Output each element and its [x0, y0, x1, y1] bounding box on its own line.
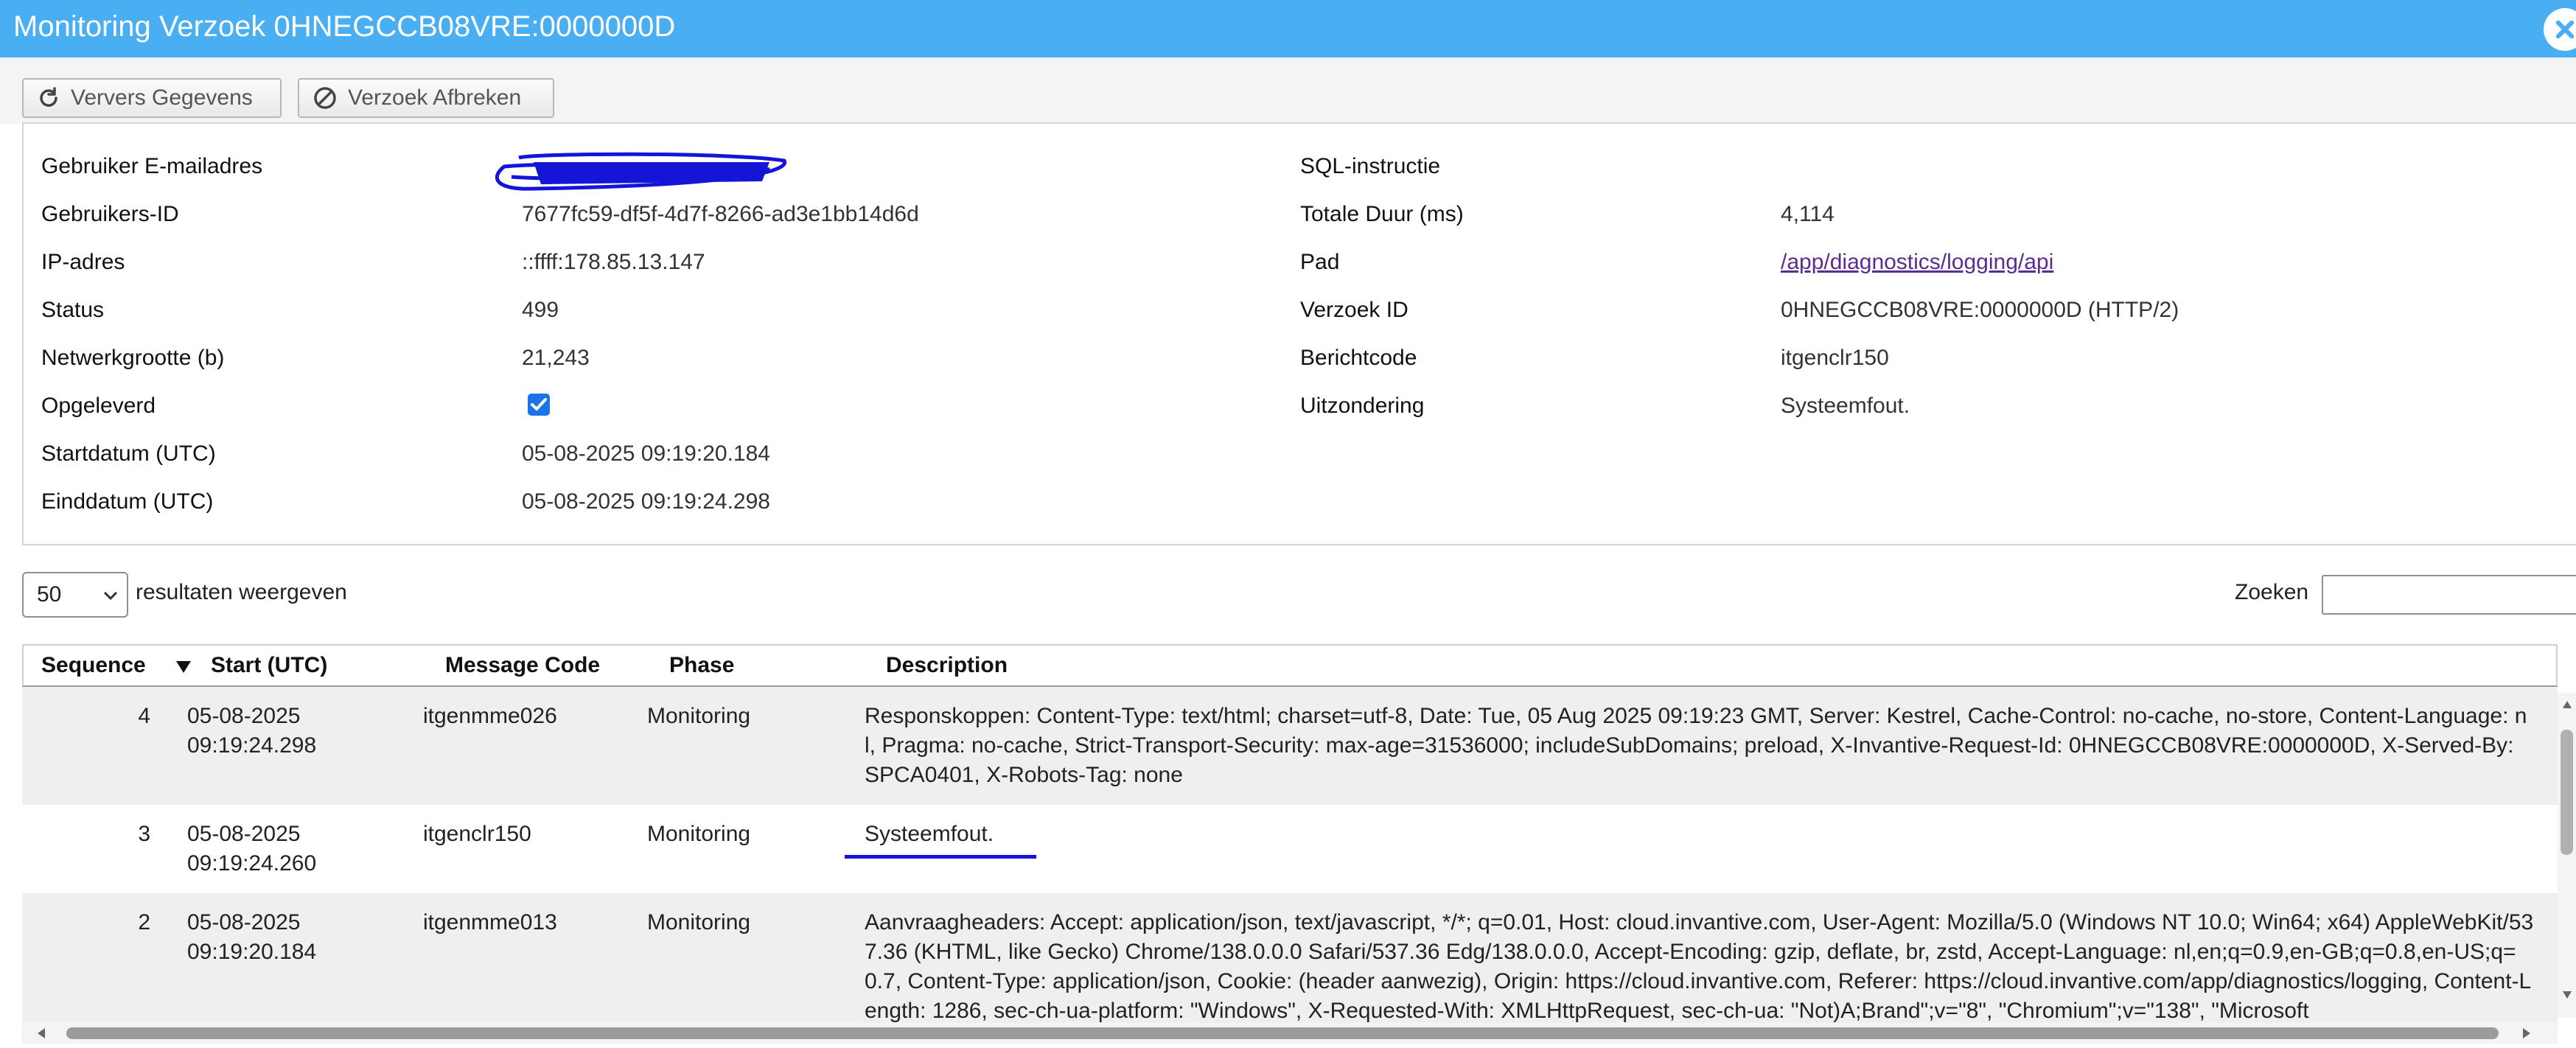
value-duration: 4,114: [1781, 202, 1835, 226]
label-status: Status: [41, 298, 105, 322]
horizontal-scrollbar[interactable]: [22, 1023, 2558, 1044]
request-details-panel: Gebruiker E-mailadres Gebruikers-ID IP-a…: [22, 122, 2576, 545]
abort-request-label: Verzoek Afbreken: [348, 85, 522, 110]
label-message-code: Berichtcode: [1300, 346, 1417, 370]
cell-message-code: itgenmme026: [423, 704, 557, 728]
cell-description: Responskoppen: Content-Type: text/html; …: [865, 704, 2527, 787]
label-request-id: Verzoek ID: [1300, 298, 1409, 322]
horizontal-scrollbar-thumb[interactable]: [66, 1027, 2499, 1039]
label-end-date: Einddatum (UTC): [41, 489, 214, 514]
value-request-id: 0HNEGCCB08VRE:0000000D (HTTP/2): [1781, 298, 2179, 322]
label-path: Pad: [1300, 250, 1340, 274]
vertical-scrollbar[interactable]: [2558, 693, 2576, 1017]
value-status: 499: [522, 298, 559, 322]
toolbar: Ververs Gegevens Verzoek Afbreken: [0, 57, 2576, 124]
search-input[interactable]: [2322, 575, 2576, 615]
cell-message-code: itgenclr150: [423, 822, 531, 846]
page-length-value: 50: [37, 582, 62, 607]
cell-phase: Monitoring: [647, 704, 751, 728]
cell-sequence: 4: [138, 704, 150, 728]
label-duration: Totale Duur (ms): [1300, 202, 1464, 226]
value-exception: Systeemfout.: [1781, 394, 1910, 418]
value-user-id: 7677fc59-df5f-4d7f-8266-ad3e1bb14d6d: [522, 202, 919, 226]
check-icon: [531, 398, 547, 411]
cell-message-code: itgenmme013: [423, 910, 557, 935]
table-row[interactable]: 4 05-08-2025 09:19:24.298 itgenmme026 Mo…: [22, 687, 2558, 805]
cell-start: 05-08-2025 09:19:24.298: [187, 704, 317, 758]
window-titlebar: Monitoring Verzoek 0HNEGCCB08VRE:0000000…: [0, 0, 2576, 57]
value-end-date: 05-08-2025 09:19:24.298: [522, 489, 770, 514]
value-ip: ::ffff:178.85.13.147: [522, 250, 705, 274]
table-row[interactable]: 3 05-08-2025 09:19:24.260 itgenclr150 Mo…: [22, 805, 2558, 893]
refresh-label: Ververs Gegevens: [71, 85, 253, 110]
value-message-code: itgenclr150: [1781, 346, 1889, 370]
column-header-phase[interactable]: Phase: [669, 653, 734, 678]
scroll-down-icon[interactable]: [2562, 991, 2572, 999]
table-header: Sequence Start (UTC) Message Code Phase …: [22, 644, 2558, 687]
path-link[interactable]: /app/diagnostics/logging/api: [1781, 249, 2053, 276]
cell-phase: Monitoring: [647, 910, 751, 935]
cell-sequence: 3: [138, 822, 150, 846]
value-network-size: 21,243: [522, 346, 590, 370]
label-sql: SQL-instructie: [1300, 154, 1441, 178]
label-delivered: Opgeleverd: [41, 394, 156, 418]
label-user-id: Gebruikers-ID: [41, 202, 179, 226]
refresh-button[interactable]: Ververs Gegevens: [22, 78, 282, 118]
column-header-sequence[interactable]: Sequence: [41, 653, 146, 678]
window-title: Monitoring Verzoek 0HNEGCCB08VRE:0000000…: [13, 10, 676, 43]
cell-description: Aanvraagheaders: Accept: application/jso…: [865, 910, 2534, 1023]
column-header-description[interactable]: Description: [886, 653, 1008, 678]
scroll-left-icon[interactable]: [37, 1027, 46, 1039]
close-icon[interactable]: [2544, 8, 2576, 51]
label-start-date: Startdatum (UTC): [41, 441, 216, 466]
column-header-start[interactable]: Start (UTC): [211, 653, 327, 678]
refresh-icon: [40, 87, 57, 107]
annotation-underline: [845, 855, 1036, 859]
cell-phase: Monitoring: [647, 822, 751, 846]
cell-start: 05-08-2025 09:19:20.184: [187, 910, 317, 964]
cell-start: 05-08-2025 09:19:24.260: [187, 822, 317, 876]
column-header-message-code[interactable]: Message Code: [445, 653, 600, 678]
delivered-checkbox[interactable]: [528, 394, 550, 416]
page-length-select[interactable]: 50: [22, 572, 128, 618]
cell-description: Systeemfout.: [865, 822, 994, 846]
label-network-size: Netwerkgrootte (b): [41, 346, 225, 370]
label-exception: Uitzondering: [1300, 394, 1425, 418]
redaction-scribble: [495, 152, 787, 191]
label-email: Gebruiker E-mailadres: [41, 154, 263, 178]
sort-descending-icon: [176, 661, 191, 673]
scroll-right-icon[interactable]: [2522, 1027, 2531, 1039]
label-ip: IP-adres: [41, 250, 125, 274]
scroll-up-icon[interactable]: [2562, 700, 2572, 709]
ban-icon: [314, 87, 336, 109]
value-start-date: 05-08-2025 09:19:20.184: [522, 441, 770, 466]
chevron-down-icon: [103, 591, 118, 601]
page-length-label: resultaten weergeven: [136, 580, 347, 604]
table-body: 4 05-08-2025 09:19:24.298 itgenmme026 Mo…: [22, 687, 2558, 1024]
table-row[interactable]: 2 05-08-2025 09:19:20.184 itgenmme013 Mo…: [22, 893, 2558, 1024]
abort-request-button[interactable]: Verzoek Afbreken: [298, 78, 554, 118]
search-label: Zoeken: [2235, 580, 2309, 604]
cell-sequence: 2: [138, 910, 150, 935]
vertical-scrollbar-thumb[interactable]: [2561, 730, 2573, 855]
